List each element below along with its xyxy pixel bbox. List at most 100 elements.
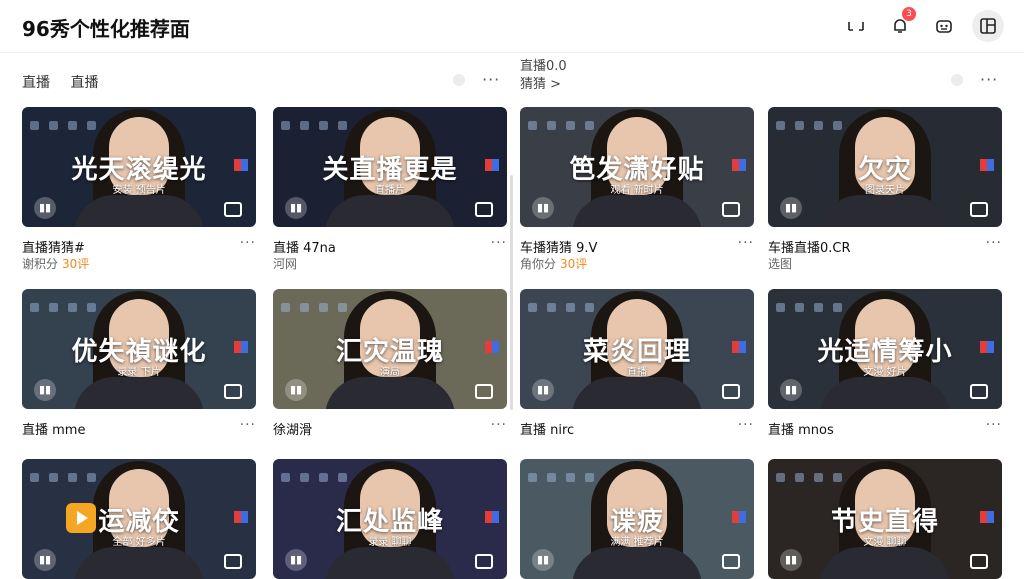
tab-live-2[interactable]: 直播: [70, 75, 98, 91]
side-tag-icon: [234, 159, 248, 171]
mic-icon[interactable]: ▮▮: [34, 197, 56, 219]
thumbnail-subcaption: 录录 聊聊: [368, 537, 412, 548]
side-tag-icon: [732, 511, 746, 523]
card-more-button[interactable]: ···: [240, 417, 256, 433]
right-section-link[interactable]: 猜猜 >: [520, 73, 561, 92]
mic-icon[interactable]: ▮▮: [780, 379, 802, 401]
video-thumbnail[interactable]: 光适情筹小 文漫 好片 ▮▮: [768, 289, 1002, 409]
top-bar: 96秀个性化推荐面 3: [0, 0, 1024, 53]
side-tag-icon: [234, 511, 248, 523]
mic-icon[interactable]: ▮▮: [780, 197, 802, 219]
scrollbar[interactable]: [510, 175, 513, 410]
video-thumbnail[interactable]: 欠灾 图录天片 ▮▮: [768, 107, 1002, 227]
card-title[interactable]: 徐湖滑: [273, 419, 507, 438]
video-thumbnail[interactable]: 节史直得 文漫 聊聊 ▮▮: [768, 459, 1002, 579]
screen-icon[interactable]: [970, 202, 988, 217]
mic-icon[interactable]: ▮▮: [780, 549, 802, 571]
card-more-button[interactable]: ···: [738, 235, 754, 251]
card-meta-label: 谢积分: [22, 257, 59, 271]
mic-icon[interactable]: ▮▮: [285, 379, 307, 401]
video-card[interactable]: 汇灾温瑰 演局 ▮▮ 徐湖滑 ···: [273, 289, 507, 438]
video-card[interactable]: 欠灾 图录天片 ▮▮ 车播直播0.CR ··· 选图: [768, 107, 1002, 271]
card-meta-label: 河网: [273, 257, 298, 271]
mic-icon[interactable]: ▮▮: [34, 379, 56, 401]
screen-icon[interactable]: [224, 384, 242, 399]
video-card[interactable]: 关直播更是 直播片 ▮▮ 直播 47na ··· 河网: [273, 107, 507, 271]
streamer-body: [820, 195, 950, 227]
streamer-body: [820, 377, 950, 409]
card-title[interactable]: 车播猜猜 9.V: [520, 237, 754, 256]
card-hot-count: 30评: [62, 257, 90, 271]
screen-icon[interactable]: [970, 554, 988, 569]
side-tag-icon: [485, 341, 499, 353]
video-thumbnail[interactable]: 谍疲 满满 推荐片 ▮▮: [520, 459, 754, 579]
more-button[interactable]: ···: [482, 70, 500, 89]
screen-icon[interactable]: [970, 384, 988, 399]
video-card[interactable]: 光适情筹小 文漫 好片 ▮▮ 直播 mnos ···: [768, 289, 1002, 438]
mic-icon[interactable]: ▮▮: [285, 549, 307, 571]
video-thumbnail[interactable]: 汇灾温瑰 演局 ▮▮: [273, 289, 507, 409]
screen-icon[interactable]: [224, 202, 242, 217]
video-card[interactable]: 菜炎回理 直播 ▮▮ 直播 nirc ···: [520, 289, 754, 438]
mic-icon[interactable]: ▮▮: [34, 549, 56, 571]
card-title[interactable]: 直播 47na: [273, 237, 507, 256]
bell-icon[interactable]: 3: [884, 7, 916, 42]
right-section-title: 直播0.0: [520, 59, 567, 74]
card-more-button[interactable]: ···: [491, 235, 507, 251]
streamer-body: [325, 547, 455, 579]
mic-icon[interactable]: ▮▮: [532, 379, 554, 401]
screen-icon[interactable]: [722, 384, 740, 399]
screen-icon[interactable]: [722, 202, 740, 217]
video-card[interactable]: 笆发潇好贴 观看 新时片 ▮▮ 车播猜猜 9.V ··· 角你分 30评: [520, 107, 754, 271]
screen-icon[interactable]: [475, 384, 493, 399]
card-more-button[interactable]: ···: [986, 417, 1002, 433]
video-card[interactable]: 汇处监峰 录录 聊聊 ▮▮: [273, 459, 507, 579]
card-title[interactable]: 直播猜猜#: [22, 237, 256, 256]
card-more-button[interactable]: ···: [491, 417, 507, 433]
streamer-body: [572, 195, 702, 227]
video-thumbnail[interactable]: 笆发潇好贴 观看 新时片 ▮▮: [520, 107, 754, 227]
layout-icon[interactable]: [972, 10, 1004, 42]
mic-icon[interactable]: ▮▮: [285, 197, 307, 219]
video-thumbnail[interactable]: 运减佼 全部 好多片 ▮▮: [22, 459, 256, 579]
video-card[interactable]: 谍疲 满满 推荐片 ▮▮: [520, 459, 754, 579]
thumbnail-subcaption: 录录 下片: [117, 367, 161, 378]
video-card[interactable]: 节史直得 文漫 聊聊 ▮▮: [768, 459, 1002, 579]
card-title[interactable]: 车播直播0.CR: [768, 237, 1002, 256]
video-thumbnail[interactable]: 汇处监峰 录录 聊聊 ▮▮: [273, 459, 507, 579]
mic-icon[interactable]: ▮▮: [532, 197, 554, 219]
screen-icon[interactable]: [722, 554, 740, 569]
card-more-button[interactable]: ···: [240, 235, 256, 251]
video-thumbnail[interactable]: 光天滚缇光 安装 预告片 ▮▮: [22, 107, 256, 227]
thumbnail-subcaption: 安装 预告片: [112, 185, 166, 196]
video-thumbnail[interactable]: 优失禎谜化 录录 下片 ▮▮: [22, 289, 256, 409]
more-button[interactable]: ···: [980, 70, 998, 89]
side-tag-icon: [980, 511, 994, 523]
video-thumbnail[interactable]: 关直播更是 直播片 ▮▮: [273, 107, 507, 227]
card-title[interactable]: 直播 mme: [22, 419, 256, 438]
card-meta-label: 选图: [768, 257, 793, 271]
page-title: 96秀个性化推荐面: [22, 17, 190, 41]
thumbnail-subcaption: 文漫 好片: [863, 367, 907, 378]
card-title[interactable]: 直播 mnos: [768, 419, 1002, 438]
video-card[interactable]: 运减佼 全部 好多片 ▮▮: [22, 459, 256, 579]
screen-icon[interactable]: [475, 202, 493, 217]
video-thumbnail[interactable]: 菜炎回理 直播 ▮▮: [520, 289, 754, 409]
card-meta: 角你分 30评: [520, 255, 754, 271]
cast-icon[interactable]: [840, 10, 872, 42]
card-meta: 选图: [768, 255, 1002, 271]
screen-icon[interactable]: [224, 554, 242, 569]
card-more-button[interactable]: ···: [738, 417, 754, 433]
video-card[interactable]: 光天滚缇光 安装 预告片 ▮▮ 直播猜猜# ··· 谢积分 30评: [22, 107, 256, 271]
tab-live-1[interactable]: 直播: [22, 75, 50, 91]
card-title[interactable]: 直播 nirc: [520, 419, 754, 438]
card-more-button[interactable]: ···: [986, 235, 1002, 251]
mic-icon[interactable]: ▮▮: [532, 549, 554, 571]
side-tag-icon: [485, 511, 499, 523]
streamer-body: [572, 547, 702, 579]
video-card[interactable]: 优失禎谜化 录录 下片 ▮▮ 直播 mme ···: [22, 289, 256, 438]
screen-icon[interactable]: [475, 554, 493, 569]
robot-icon[interactable]: [928, 10, 960, 42]
thumbnail-subcaption: 直播: [627, 367, 647, 378]
side-tag-icon: [732, 341, 746, 353]
